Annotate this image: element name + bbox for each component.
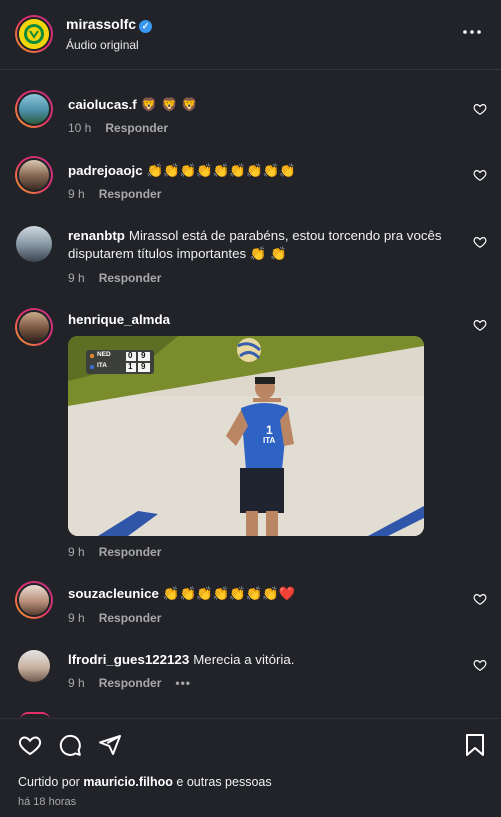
like-comment-heart-icon[interactable] [473,102,487,116]
reply-button[interactable]: Responder [99,611,162,625]
comment-username[interactable]: renanbtp [68,228,125,243]
header-username[interactable]: mirassolfc ✓ [66,16,153,33]
post-header: mirassolfc ✓ Áudio original [0,0,501,70]
score-team2: ITA [97,362,107,369]
comment-text: souzacleunice 👏👏👏👏👏👏👏❤️ [68,585,463,603]
comment-time: 9 h [68,187,85,201]
comment-meta: 9 h Responder [68,545,175,559]
comment-bubble-icon[interactable] [58,733,82,757]
comment-body: 👏👏👏👏👏👏👏❤️ [162,586,296,601]
comment-meta: 9 h Responder [68,611,175,625]
share-send-icon[interactable] [98,733,122,757]
comment-text: caiolucas.f 🦁 🦁 🦁 [68,96,463,114]
liked-prefix: Curtido por [18,775,80,789]
post-time[interactable]: há 18 horas [18,796,76,808]
beach-volleyball-gif[interactable]: NED ITA 0 9 1 9 1 ITA [68,336,424,536]
like-comment-heart-icon[interactable] [473,235,487,249]
score-team2-sets: 1 [128,362,133,371]
comment-text: padrejoaojc 👏👏👏👏👏👏👏👏👏 [68,162,463,180]
comment-text: renanbtp Mirassol está de parabéns, estou… [68,227,463,263]
liked-by-text: Curtido por mauricio.filhoo e outras pes… [18,775,272,789]
like-heart-icon[interactable] [18,733,42,757]
commenter-avatar[interactable] [15,90,53,128]
jersey-country: ITA [263,436,276,445]
comment-body: 👏👏👏👏👏👏👏👏👏 [146,163,296,178]
liked-by-user[interactable]: mauricio.filhoo [83,775,173,789]
verified-badge-icon: ✓ [139,20,153,33]
score-team1: NED [97,351,111,358]
comment-meta: 9 h Responder [68,187,175,201]
reply-button[interactable]: Responder [105,121,168,135]
comment-username[interactable]: souzacleunice [68,586,159,601]
comment-body: 🦁 🦁 🦁 [140,97,198,112]
original-audio-link[interactable]: Áudio original [66,38,139,52]
score-team1-points: 9 [141,351,146,360]
like-comment-heart-icon[interactable] [473,592,487,606]
comment-time: 9 h [68,545,85,559]
comment-text: lfrodri_gues122123 Merecia a vitória. [68,651,463,669]
liked-suffix[interactable]: e outras pessoas [176,775,271,789]
commenter-avatar[interactable] [18,650,50,682]
comment-meta: 9 h Responder [68,271,175,285]
like-comment-heart-icon[interactable] [473,168,487,182]
comment-username[interactable]: lfrodri_gues122123 [68,652,189,667]
score-team1-sets: 0 [128,351,133,360]
like-comment-heart-icon[interactable] [473,318,487,332]
reply-button[interactable]: Responder [99,187,162,201]
commenter-avatar[interactable] [15,156,53,194]
comment-time: 9 h [68,611,85,625]
comment-time: 9 h [68,271,85,285]
like-comment-heart-icon[interactable] [473,658,487,672]
post-action-bar: Curtido por mauricio.filhoo e outras pes… [0,718,501,817]
commenter-avatar[interactable] [15,581,53,619]
commenter-avatar[interactable] [16,226,52,262]
comment-meta: 9 h Responder ••• [68,676,205,690]
comment-body: Merecia a vitória. [193,652,295,667]
comment-time: 9 h [68,676,85,690]
club-crest-icon [19,19,49,49]
commenter-avatar[interactable] [15,308,53,346]
reply-button[interactable]: Responder [99,676,162,690]
more-options-icon[interactable] [462,22,486,42]
comment-meta: 10 h Responder [68,121,182,135]
reply-button[interactable]: Responder [99,545,162,559]
reply-button[interactable]: Responder [99,271,162,285]
comment-username[interactable]: henrique_almda [68,312,170,327]
comment-more-options[interactable]: ••• [175,676,191,690]
comment-username[interactable]: caiolucas.f [68,97,137,112]
comment-time: 10 h [68,121,92,135]
jersey-number: 1 [266,423,273,437]
save-bookmark-icon[interactable] [464,733,486,757]
profile-avatar[interactable] [15,15,53,53]
comment-text: henrique_almda [68,311,463,329]
comment-username[interactable]: padrejoaojc [68,163,143,178]
score-team2-points: 9 [141,362,146,371]
gif-image [68,336,424,536]
header-username-text[interactable]: mirassolfc [66,16,136,32]
